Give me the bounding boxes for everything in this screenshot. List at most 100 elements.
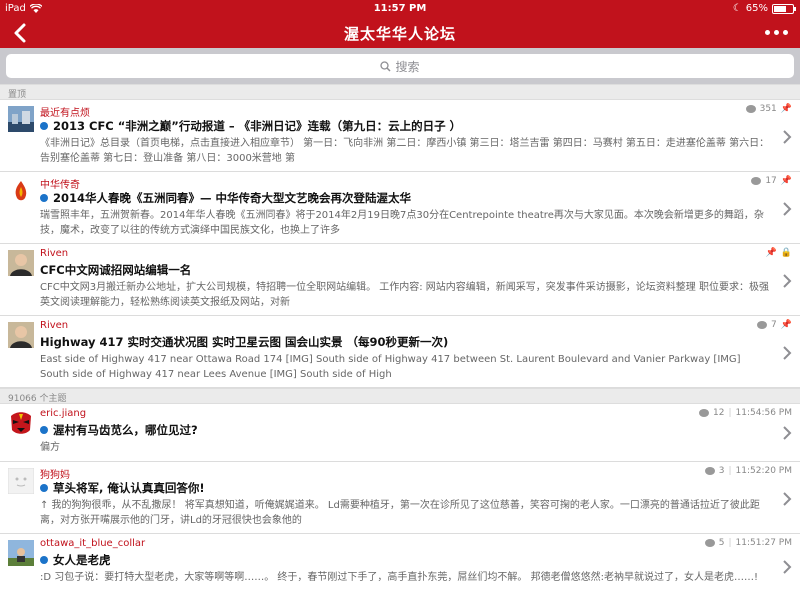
topic-excerpt: CFC中文网3月搬迁新办公地址，扩大公司规模，特招聘一位全职网站编辑。 工作内容… [40,282,769,308]
reply-count-icon [757,321,768,329]
meta-separator: | [728,408,732,418]
reply-count: 351 [759,104,777,114]
topic-title-text: CFC中文网诚招网站编辑一名 [40,263,192,277]
topic-author[interactable]: 最近有点烦 [40,104,90,119]
topic-excerpt: 《非洲日记》总目录（首页电梯，点击直接进入相应章节） 第一日：飞向非洲 第二日：… [40,138,770,164]
avatar [8,106,34,132]
unread-dot-icon [40,556,48,564]
topic-meta: 5 | 11:51:27 PM [704,538,792,548]
topic-title-text: Highway 417 实时交通状况图 实时卫星云图 国会山实景 （每90秒更新… [40,335,449,349]
battery-percent: 65% [745,3,768,14]
chevron-right-icon [783,346,792,360]
topic-row[interactable]: eric.jiang 12 | 11:54:56 PM 渥村有马齿苋么，哪位见过… [0,404,800,462]
topic-excerpt: East side of Highway 417 near Ottawa Roa… [40,354,741,380]
battery-icon [772,3,796,14]
chevron-right-icon [783,426,792,440]
reply-count-icon [745,105,756,113]
pinned-topic-row[interactable]: Riven 7 📌 Highway 417 实时交通状况图 实时卫星云图 国会山… [0,316,800,388]
topic-excerpt: 偏方 [40,442,60,453]
topic-author[interactable]: eric.jiang [40,408,86,419]
topic-excerpt: :D 习包子说：要打特大型老虎，大家等啊等啊……。 终于，春节刚过下手了，高手直… [40,572,758,583]
avatar [8,178,34,204]
topic-author[interactable]: Riven [40,320,68,331]
topic-title: 女人是老虎 [40,552,111,568]
pinned-section-header: 置顶 [0,84,800,100]
topic-title: 2014华人春晚《五洲同春》— 中华传奇大型文艺晚会再次登陆渥太华 [40,190,411,206]
chevron-right-icon [783,560,792,574]
nav-bar: 渥太华华人论坛 [0,18,800,48]
topic-title: CFC中文网诚招网站编辑一名 [40,262,191,278]
chevron-right-icon [783,274,792,288]
pinned-topic-row[interactable]: Riven 📌 🔒 CFC中文网诚招网站编辑一名 CFC中文网3月搬迁新办公地址… [0,244,800,316]
reply-count: 5 [718,538,725,548]
pinned-topic-row[interactable]: 最近有点烦 351 📌 2013 CFC “非洲之巅”行动报道 – 《非洲日记》… [0,100,800,172]
search-bar: 搜索 [0,48,800,84]
pin-icon: 📌 [780,104,792,114]
topic-author[interactable]: 狗狗妈 [40,466,70,481]
topic-title-text: 渥村有马齿苋么，哪位见过? [53,423,198,437]
pinned-topic-row[interactable]: 中华传奇 17 📌 2014华人春晚《五洲同春》— 中华传奇大型文艺晚会再次登陆… [0,172,800,244]
topic-excerpt: 瑞雪照丰年，五洲贺新春。2014年华人春晚《五洲同春》将于2014年2月19日晚… [40,210,764,236]
more-dot-icon [783,30,788,35]
unread-dot-icon [40,484,48,492]
forum-title: 渥太华华人论坛 [343,25,456,43]
search-icon [380,60,392,72]
chevron-right-icon [783,492,792,506]
unread-dot-icon [40,426,48,434]
more-dot-icon [765,30,770,35]
topic-title-text: 草头将军, 俺认认真真回答你! [53,481,205,495]
reply-count-icon [751,177,762,185]
status-bar: iPad 11:57 PM ☾ 65% [0,0,800,18]
reply-count-icon [704,539,715,547]
battery-level [774,5,786,12]
topic-title: Highway 417 实时交通状况图 实时卫星云图 国会山实景 （每90秒更新… [40,334,448,350]
reply-count-icon [699,409,710,417]
topic-author[interactable]: ottawa_it_blue_collar [40,538,145,549]
meta-separator: | [728,538,732,548]
topic-title-text: 女人是老虎 [53,553,111,567]
topic-title: 2013 CFC “非洲之巅”行动报道 – 《非洲日记》连载（第九日：云上的日子… [40,118,461,134]
topic-title-text: 2013 CFC “非洲之巅”行动报道 – 《非洲日记》连载（第九日：云上的日子… [53,119,462,133]
topic-title: 渥村有马齿苋么，哪位见过? [40,422,198,438]
topic-meta: 7 📌 [757,320,792,330]
topic-title: 草头将军, 俺认认真真回答你! [40,480,205,496]
meta-separator: | [728,466,732,476]
topic-title-text: 2014华人春晚《五洲同春》— 中华传奇大型文艺晚会再次登陆渥太华 [53,191,412,205]
pin-icon: 📌 [765,248,777,258]
clock: 11:57 PM [373,3,427,14]
topic-author[interactable]: 中华传奇 [40,176,80,191]
moon-icon: ☾ [732,3,742,14]
topic-row[interactable]: ottawa_it_blue_collar 5 | 11:51:27 PM 女人… [0,534,800,600]
search-input[interactable]: 搜索 [6,54,794,78]
chevron-right-icon [783,202,792,216]
lock-icon: 🔒 [780,248,792,258]
reply-count: 17 [765,176,777,186]
more-options-button[interactable] [765,30,788,35]
unread-dot-icon [40,122,48,130]
avatar [8,410,34,436]
topic-time: 11:51:27 PM [735,538,792,548]
reply-count: 12 [713,408,725,418]
avatar [8,540,34,566]
topic-time: 11:54:56 PM [735,408,792,418]
topic-author[interactable]: Riven [40,248,68,259]
reply-count: 7 [771,320,777,330]
avatar [8,468,34,494]
topics-section-header: 91066 个主题 [0,388,800,404]
unread-dot-icon [40,194,48,202]
topic-meta: 351 📌 [745,104,792,114]
topic-meta: 17 📌 [751,176,792,186]
topic-meta: 12 | 11:54:56 PM [699,408,792,418]
avatar [8,322,34,348]
topic-excerpt: ↑ 我的狗狗很乖，从不乱撒尿！ 将军真想知道，听俺娓娓道来。 Ld需要种植牙，第… [40,500,760,526]
pin-icon: 📌 [780,176,792,186]
topic-meta: 📌 🔒 [766,248,792,258]
topic-meta: 3 | 11:52:20 PM [704,466,792,476]
more-dot-icon [774,30,779,35]
search-placeholder: 搜索 [395,59,420,74]
avatar [8,250,34,276]
reply-count: 3 [718,466,725,476]
pin-icon: 📌 [780,320,792,330]
topic-row[interactable]: 狗狗妈 3 | 11:52:20 PM 草头将军, 俺认认真真回答你! ↑ 我的… [0,462,800,534]
chevron-right-icon [783,130,792,144]
